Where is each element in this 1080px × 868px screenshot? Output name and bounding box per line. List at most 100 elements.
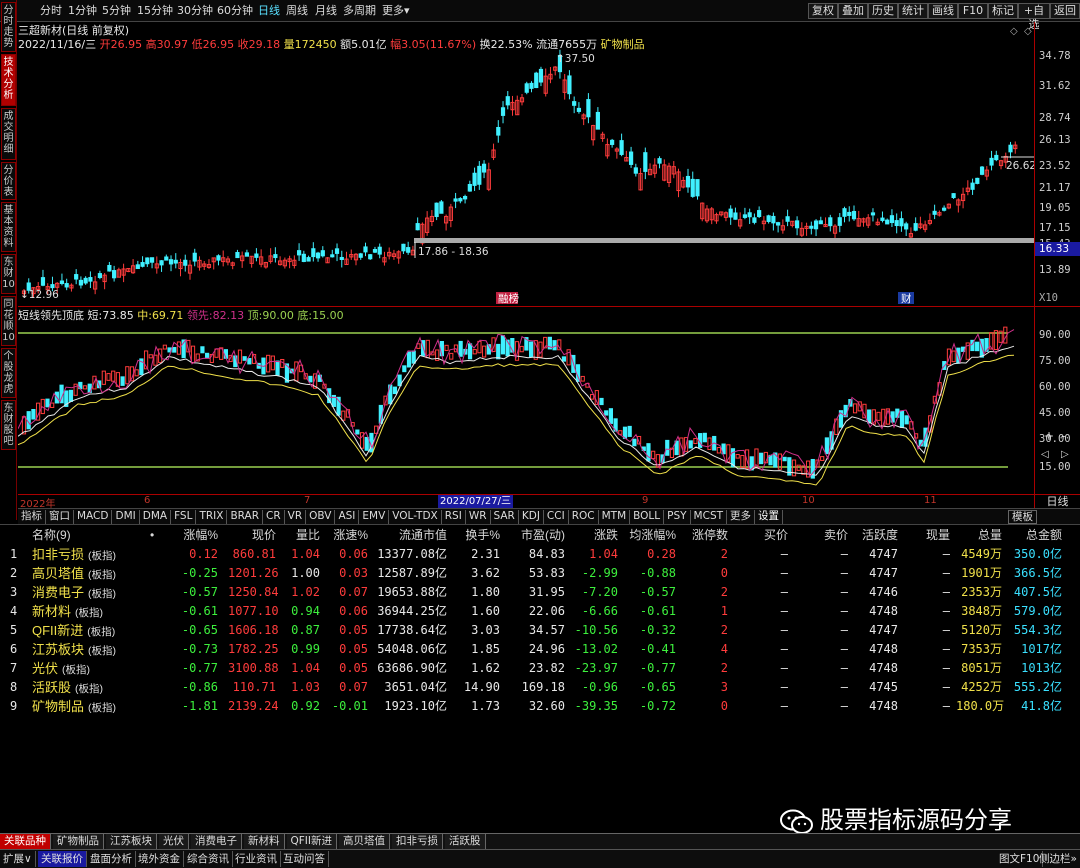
indicator-tab-10[interactable]: OBV: [306, 510, 336, 524]
status-foreign-capital[interactable]: 境外资金: [135, 851, 184, 867]
indicator-tab-2[interactable]: MACD: [74, 510, 113, 524]
status-qa[interactable]: 互动问答: [280, 851, 329, 867]
indicator-tab-7[interactable]: BRAR: [227, 510, 263, 524]
indicator-tab-17[interactable]: KDJ: [519, 510, 544, 524]
indicator-tab-22[interactable]: PSY: [664, 510, 691, 524]
period-intraday[interactable]: 分时: [40, 3, 62, 19]
indicator-tab-3[interactable]: DMI: [112, 510, 140, 524]
indicator-name[interactable]: 短线领先顶底: [18, 309, 84, 322]
f10-button[interactable]: F10: [958, 3, 988, 19]
side-tab-eastmoney[interactable]: 东财10: [1, 254, 16, 294]
side-tab-technical[interactable]: 技术分析: [1, 54, 16, 106]
zoom-in-button[interactable]: +: [1044, 429, 1054, 443]
indicator-tab-18[interactable]: CCI: [544, 510, 569, 524]
column-header[interactable]: 卖价: [798, 526, 848, 545]
candlestick-chart[interactable]: 17.86 - 18.36 ↑37.50 ↓12.96 26.62 融榜 财: [18, 22, 1036, 306]
column-header[interactable]: 现量: [904, 526, 950, 545]
period-30min[interactable]: 30分钟: [177, 3, 213, 19]
bottom-tab-3[interactable]: 光伏: [159, 834, 189, 849]
indicator-tab-23[interactable]: MCST: [691, 510, 728, 524]
side-tab-intraday[interactable]: 分时走势: [1, 2, 16, 52]
indicator-tab-9[interactable]: VR: [285, 510, 307, 524]
indicator-tab-20[interactable]: MTM: [599, 510, 631, 524]
indicator-tab-1[interactable]: 窗口: [46, 510, 74, 524]
table-row[interactable]: 9 矿物制品 (板指) -1.81 2139.24 0.92 -0.01 1923.10亿 1.…: [0, 697, 1080, 716]
column-header[interactable]: 涨停数: [682, 526, 728, 545]
column-header[interactable]: 活跃度: [848, 526, 898, 545]
side-tab-tonghuashun[interactable]: 同花顺10: [1, 296, 16, 346]
back-button[interactable]: 返回: [1050, 3, 1080, 19]
overlay-button[interactable]: 叠加: [838, 3, 868, 19]
add-watchlist-button[interactable]: +自选: [1018, 3, 1050, 31]
mark-button[interactable]: 标记: [988, 3, 1018, 19]
column-header[interactable]: 涨跌: [570, 526, 618, 545]
period-15min[interactable]: 15分钟: [137, 3, 173, 19]
bottom-tab-4[interactable]: 消费电子: [191, 834, 242, 849]
period-daily[interactable]: 日线: [258, 3, 280, 19]
table-row[interactable]: 7 光伏 (板指) -0.77 3100.88 1.04 0.05 63686.90亿 1.62…: [0, 659, 1080, 678]
period-60min[interactable]: 60分钟: [217, 3, 253, 19]
indicator-tab-11[interactable]: ASI: [335, 510, 360, 524]
indicator-tab-16[interactable]: SAR: [491, 510, 519, 524]
column-header[interactable]: 买价: [738, 526, 788, 545]
scroll-right-button[interactable]: ▷: [1061, 449, 1069, 460]
column-header[interactable]: 均涨幅%: [628, 526, 676, 545]
status-market-analysis[interactable]: 盘面分析: [87, 851, 136, 867]
column-header[interactable]: 流通市值: [373, 526, 447, 545]
draw-line-button[interactable]: 画线: [928, 3, 958, 19]
indicator-tab-14[interactable]: RSI: [442, 510, 466, 524]
indicator-tab-25[interactable]: 设置: [755, 510, 784, 524]
side-tab-price-table[interactable]: 分价表: [1, 162, 16, 200]
adjust-button[interactable]: 复权: [808, 3, 838, 19]
column-header[interactable]: 涨幅%: [174, 526, 218, 545]
indicator-tab-21[interactable]: BOLL: [630, 510, 665, 524]
indicator-tab-19[interactable]: ROC: [569, 510, 599, 524]
status-industry-news[interactable]: 行业资讯: [232, 851, 281, 867]
bottom-tab-1[interactable]: 矿物制品: [53, 834, 104, 849]
side-tab-trades[interactable]: 成交明细: [1, 108, 16, 160]
indicator-chart[interactable]: [17, 306, 1034, 494]
zoom-out-button[interactable]: -: [1061, 429, 1065, 443]
side-tab-profile[interactable]: 基本资料: [1, 202, 16, 252]
column-header[interactable]: 总量: [956, 526, 1002, 545]
bottom-tab-6[interactable]: QFII新进: [286, 834, 337, 849]
table-row[interactable]: 1 扣非亏损 (板指) 0.12 860.81 1.04 0.06 13377.08亿 2.31…: [0, 545, 1080, 564]
indicator-tab-13[interactable]: VOL-TDX: [389, 510, 442, 524]
column-header[interactable]: 市盈(动): [513, 526, 565, 545]
stats-button[interactable]: 统计: [898, 3, 928, 19]
column-header[interactable]: 量比: [282, 526, 320, 545]
column-header[interactable]: 涨速%: [326, 526, 368, 545]
table-row[interactable]: 3 消费电子 (板指) -0.57 1250.84 1.02 0.07 19653.88亿 1.…: [0, 583, 1080, 602]
side-tab-dragon-tiger[interactable]: 个股龙虎: [1, 348, 16, 398]
table-row[interactable]: 4 新材料 (板指) -0.61 1077.10 0.94 0.06 36944.25亿 1.6…: [0, 602, 1080, 621]
period-side-button[interactable]: 日线: [1034, 494, 1080, 508]
bottom-tab-0[interactable]: 关联品种: [0, 834, 51, 849]
indicator-tab-4[interactable]: DMA: [140, 510, 172, 524]
side-tab-forum[interactable]: 东财股吧: [1, 400, 16, 450]
history-button[interactable]: 历史: [868, 3, 898, 19]
table-row[interactable]: 6 江苏板块 (板指) -0.73 1782.25 0.99 0.05 54048.06亿 1.…: [0, 640, 1080, 659]
period-weekly[interactable]: 周线: [286, 3, 308, 19]
indicator-tab-15[interactable]: WR: [466, 510, 491, 524]
bottom-tab-2[interactable]: 江苏板块: [106, 834, 157, 849]
table-row[interactable]: 8 活跃股 (板指) -0.86 110.71 1.03 0.07 3651.04亿 14.90…: [0, 678, 1080, 697]
bottom-tab-8[interactable]: 扣非亏损: [392, 834, 443, 849]
period-1min[interactable]: 1分钟: [68, 3, 97, 19]
column-header[interactable]: •: [150, 526, 160, 545]
bottom-tab-9[interactable]: 活跃股: [445, 834, 486, 849]
table-row[interactable]: 5 QFII新进 (板指) -0.65 1606.18 0.87 0.05 17738.64亿…: [0, 621, 1080, 640]
bottom-tab-5[interactable]: 新材料: [244, 834, 285, 849]
period-more[interactable]: 更多▾: [382, 3, 410, 19]
template-button[interactable]: 模板: [1008, 510, 1037, 524]
indicator-tab-24[interactable]: 更多: [727, 510, 756, 524]
indicator-tab-12[interactable]: EMV: [359, 510, 390, 524]
column-header[interactable]: 总金额: [1010, 526, 1062, 545]
period-monthly[interactable]: 月线: [315, 3, 337, 19]
table-row[interactable]: 2 高贝塔值 (板指) -0.25 1201.26 1.00 0.03 12587.89亿 3.…: [0, 564, 1080, 583]
column-header[interactable]: 现价: [228, 526, 276, 545]
status-sidebar[interactable]: 侧边栏»: [1036, 851, 1080, 867]
status-news[interactable]: 综合资讯: [184, 851, 233, 867]
indicator-tab-8[interactable]: CR: [263, 510, 285, 524]
indicator-tab-5[interactable]: FSL: [171, 510, 197, 524]
indicator-tab-6[interactable]: TRIX: [196, 510, 228, 524]
